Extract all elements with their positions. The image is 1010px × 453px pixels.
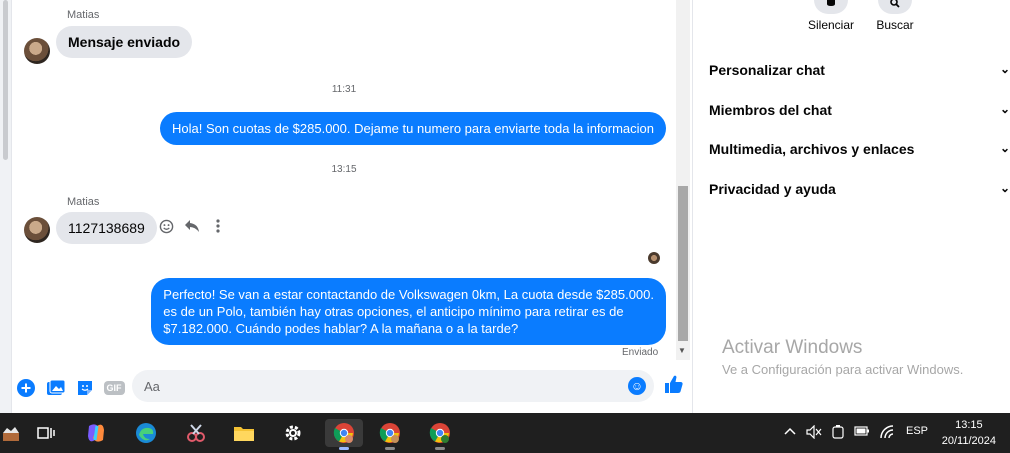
outgoing-message[interactable]: Hola! Son cuotas de $285.000. Dejame tu …	[159, 112, 666, 145]
mute-label: Silenciar	[807, 18, 855, 32]
widgets-icon[interactable]	[0, 419, 22, 447]
emoji-icon[interactable]: ☺	[628, 377, 646, 395]
left-scroll-thumb[interactable]	[3, 0, 8, 160]
sticker-icon[interactable]	[75, 378, 95, 398]
avatar[interactable]	[24, 38, 50, 64]
activation-watermark-title: Activar Windows	[722, 337, 863, 358]
section-media-files-links[interactable]: Multimedia, archivos y enlaces ⌄	[709, 141, 1010, 157]
message-actions	[158, 218, 226, 234]
taskbar: ESP 13:15 20/11/2024	[0, 413, 1010, 453]
photo-icon[interactable]	[46, 378, 66, 398]
wifi-icon[interactable]	[880, 425, 896, 442]
input-language[interactable]: ESP	[906, 425, 928, 437]
like-icon[interactable]	[664, 374, 684, 400]
chrome-profile-3-icon[interactable]	[426, 419, 454, 450]
incoming-message[interactable]: Mensaje enviado	[56, 26, 193, 58]
composer: GIF Aa ☺	[12, 368, 688, 408]
chat-scrollbar[interactable]: ▼	[676, 0, 690, 360]
incoming-message[interactable]: 1127138689	[56, 212, 157, 244]
running-indicator	[435, 447, 445, 450]
search-label: Buscar	[876, 18, 914, 32]
search-icon	[878, 0, 912, 14]
section-label: Miembros del chat	[709, 102, 832, 118]
clock-date: 20/11/2024	[941, 435, 996, 447]
sender-name: Matias	[67, 196, 100, 208]
reply-icon[interactable]	[184, 218, 200, 234]
left-scroll-strip[interactable]	[0, 0, 12, 413]
chat-thread: Matias Mensaje enviado 11:31 Hola! Son c…	[12, 0, 676, 368]
message-input[interactable]: Aa ☺	[132, 370, 654, 402]
outgoing-message[interactable]: Perfecto! Se van a estar contactando de …	[151, 278, 666, 345]
task-view-icon[interactable]	[32, 419, 60, 447]
scroll-thumb[interactable]	[678, 186, 688, 341]
gif-icon[interactable]: GIF	[103, 378, 125, 398]
chat-info-panel: Silenciar Buscar Personalizar chat ⌄ Mie…	[693, 0, 1010, 413]
show-hidden-icons-icon[interactable]	[784, 425, 796, 439]
section-label: Personalizar chat	[709, 62, 825, 78]
chrome-profile-2-icon[interactable]	[376, 419, 404, 450]
chevron-down-icon: ⌄	[999, 102, 1010, 116]
avatar[interactable]	[24, 217, 50, 243]
bell-icon	[814, 0, 848, 14]
more-options-icon[interactable]	[210, 218, 226, 234]
message-status: Enviado	[622, 347, 659, 358]
search-action[interactable]: Buscar	[865, 0, 925, 32]
message-line: $7.182.000. Cuándo podes hablar? A la ma…	[163, 321, 519, 336]
battery-icon[interactable]	[854, 425, 870, 440]
settings-icon[interactable]	[279, 419, 307, 447]
read-receipt-avatar	[648, 252, 660, 264]
message-input-placeholder: Aa	[144, 379, 160, 394]
section-privacy-help[interactable]: Privacidad y ayuda ⌄	[709, 181, 1010, 197]
edge-icon[interactable]	[132, 419, 160, 447]
scroll-down-arrow[interactable]: ▼	[678, 346, 686, 355]
section-customize-chat[interactable]: Personalizar chat ⌄	[709, 62, 1010, 78]
chrome-profile-1-icon[interactable]	[325, 419, 363, 450]
clock-time: 13:15	[955, 419, 983, 431]
activation-watermark-subtitle: Ve a Configuración para activar Windows.	[722, 362, 964, 377]
battery-saver-icon[interactable]	[832, 425, 844, 442]
timestamp: 13:15	[331, 164, 357, 175]
snipping-tool-icon[interactable]	[182, 419, 210, 447]
message-line: es de un Polo, también hay otras opcione…	[163, 304, 624, 319]
chevron-down-icon: ⌄	[999, 62, 1010, 76]
section-label: Privacidad y ayuda	[709, 181, 836, 197]
mute-action[interactable]: Silenciar	[801, 0, 861, 32]
add-icon[interactable]	[16, 378, 36, 398]
active-indicator	[339, 447, 349, 450]
chevron-down-icon: ⌄	[999, 141, 1010, 155]
system-clock[interactable]: 13:15 20/11/2024	[942, 417, 996, 449]
message-line: Perfecto! Se van a estar contactando de …	[163, 287, 654, 302]
sender-name: Matias	[67, 9, 100, 21]
chevron-down-icon: ⌄	[999, 181, 1010, 195]
gif-label: GIF	[103, 381, 125, 395]
volume-muted-icon[interactable]	[806, 424, 822, 442]
file-explorer-icon[interactable]	[230, 419, 258, 447]
section-chat-members[interactable]: Miembros del chat ⌄	[709, 102, 1010, 118]
react-icon[interactable]	[158, 218, 174, 234]
running-indicator	[385, 447, 395, 450]
copilot-icon[interactable]	[82, 419, 110, 447]
timestamp: 11:31	[331, 84, 357, 95]
section-label: Multimedia, archivos y enlaces	[709, 141, 915, 157]
